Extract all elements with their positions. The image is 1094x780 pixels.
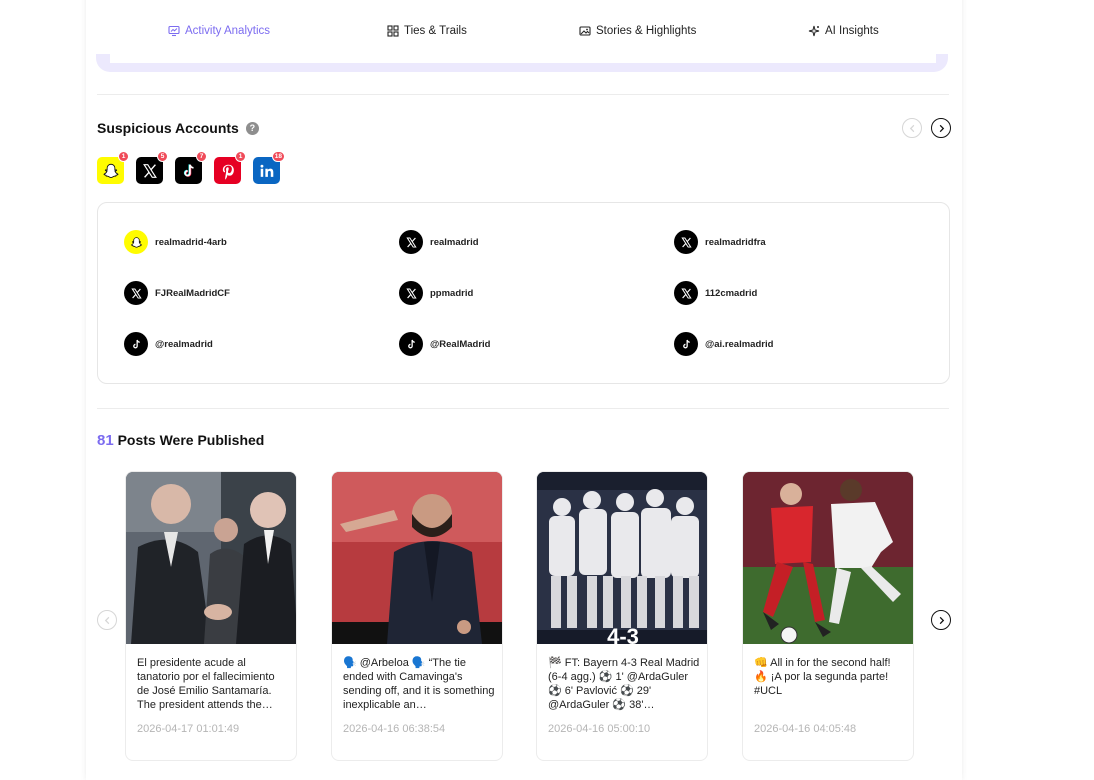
svg-text:4-3: 4-3 xyxy=(607,624,639,644)
account-handle: realmadrid xyxy=(430,236,479,248)
count-badge: 7 xyxy=(196,151,207,162)
posts-next-button[interactable] xyxy=(931,610,951,630)
x-avatar xyxy=(399,230,423,254)
post-caption: 🏁 FT: Bayern 4-3 Real Madrid (6-4 agg.) … xyxy=(548,657,700,711)
account-item[interactable]: realmadridfra xyxy=(674,230,766,254)
tab-label: AI Insights xyxy=(825,25,879,37)
x-avatar xyxy=(124,281,148,305)
help-icon[interactable]: ? xyxy=(245,121,259,135)
x-logo-icon xyxy=(680,236,692,248)
x-logo-icon xyxy=(405,287,417,299)
platform-linkedin[interactable]: 18 xyxy=(253,151,285,184)
platform-snapchat[interactable]: 1 xyxy=(97,151,129,184)
account-item[interactable]: ppmadrid xyxy=(399,281,473,305)
platform-tiktok[interactable]: 7 xyxy=(175,151,207,184)
account-handle: @ai.realmadrid xyxy=(705,338,774,350)
tiktok-icon xyxy=(132,339,140,348)
account-handle: @RealMadrid xyxy=(430,338,491,350)
chevron-right-icon xyxy=(939,616,944,624)
pinterest-icon xyxy=(222,164,234,180)
x-avatar xyxy=(674,281,698,305)
tab-ai-insights[interactable]: AI Insights xyxy=(808,22,879,40)
grid-icon xyxy=(387,25,399,37)
tab-ties-trails[interactable]: Ties & Trails xyxy=(387,22,467,40)
tab-label: Ties & Trails xyxy=(404,25,467,37)
x-avatar xyxy=(399,281,423,305)
snapchat-icon xyxy=(130,236,142,248)
tiktok-icon xyxy=(183,163,194,177)
x-logo-icon xyxy=(680,287,692,299)
tab-activity-analytics[interactable]: Activity Analytics xyxy=(168,22,270,40)
divider xyxy=(97,408,949,409)
snapchat-avatar xyxy=(124,230,148,254)
image-icon xyxy=(579,26,591,36)
post-card[interactable]: 🗣️ @Arbeloa 🗣️ “The tie ended with Camav… xyxy=(331,471,503,761)
tiktok-avatar xyxy=(674,332,698,356)
chevron-right-icon xyxy=(939,124,944,132)
tiktok-avatar xyxy=(399,332,423,356)
x-logo-icon xyxy=(405,236,417,248)
posts-title: 81 Posts Were Published xyxy=(97,432,265,449)
post-card[interactable]: El presidente acude al tanatorio por el … xyxy=(125,471,297,761)
post-image xyxy=(126,472,296,644)
count-badge: 1 xyxy=(118,151,129,162)
platform-pinterest[interactable]: 1 xyxy=(214,151,246,184)
tiktok-avatar xyxy=(124,332,148,356)
post-caption: 👊 All in for the second half! 🔥 ¡A por l… xyxy=(754,657,891,697)
post-card[interactable]: 4-3 🏁 FT: Bayern 4-3 Real Madrid (6-4 ag… xyxy=(536,471,708,761)
tiktok-icon xyxy=(682,339,690,348)
post-caption: El presidente acude al tanatorio por el … xyxy=(137,657,275,711)
tiktok-icon xyxy=(407,339,415,348)
account-item[interactable]: @realmadrid xyxy=(124,332,213,356)
post-image xyxy=(332,472,502,644)
account-item[interactable]: realmadrid xyxy=(399,230,479,254)
account-handle: realmadrid-4arb xyxy=(155,236,227,248)
x-logo-icon xyxy=(130,287,142,299)
account-item[interactable]: 112cmadrid xyxy=(674,281,757,305)
tab-stories-highlights[interactable]: Stories & Highlights xyxy=(579,22,696,40)
account-handle: @realmadrid xyxy=(155,338,213,350)
post-date: 2026-04-16 06:38:54 xyxy=(343,723,446,735)
sparkle-icon xyxy=(808,25,820,37)
post-date: 2026-04-16 04:05:48 xyxy=(754,723,857,735)
post-date: 2026-04-16 05:00:10 xyxy=(548,723,651,735)
chart-screen-icon xyxy=(168,25,180,37)
post-image xyxy=(743,472,913,644)
account-item[interactable]: @ai.realmadrid xyxy=(674,332,773,356)
account-item[interactable]: @RealMadrid xyxy=(399,332,490,356)
account-handle: 112cmadrid xyxy=(705,287,758,299)
posts-prev-button[interactable] xyxy=(97,610,117,630)
platform-x[interactable]: 5 xyxy=(136,151,168,184)
tab-label: Activity Analytics xyxy=(185,25,270,37)
chevron-left-icon xyxy=(104,616,109,624)
post-image: 4-3 xyxy=(537,472,707,644)
linkedin-icon xyxy=(260,164,273,177)
prev-button[interactable] xyxy=(902,118,922,138)
post-card[interactable]: 👊 All in for the second half! 🔥 ¡A por l… xyxy=(742,471,914,761)
post-caption: 🗣️ @Arbeloa 🗣️ “The tie ended with Camav… xyxy=(343,657,495,711)
tab-label: Stories & Highlights xyxy=(596,25,697,37)
count-badge: 18 xyxy=(271,151,285,162)
post-date: 2026-04-17 01:01:49 xyxy=(137,723,240,735)
next-button[interactable] xyxy=(931,118,951,138)
x-avatar xyxy=(674,230,698,254)
account-item[interactable]: realmadrid-4arb xyxy=(124,230,227,254)
x-logo-icon xyxy=(142,163,157,178)
divider xyxy=(97,94,949,95)
account-handle: ppmadrid xyxy=(430,287,474,299)
count-badge: 5 xyxy=(157,151,168,162)
chevron-left-icon xyxy=(909,124,914,132)
account-handle: realmadridfra xyxy=(705,236,766,248)
snapchat-icon xyxy=(103,163,118,178)
suspicious-accounts-title: Suspicious Accounts ? xyxy=(97,120,259,136)
count-badge: 1 xyxy=(235,151,246,162)
posts-count: 81 xyxy=(97,432,114,449)
account-handle: FJRealMadridCF xyxy=(155,287,230,299)
account-item[interactable]: FJRealMadridCF xyxy=(124,281,230,305)
